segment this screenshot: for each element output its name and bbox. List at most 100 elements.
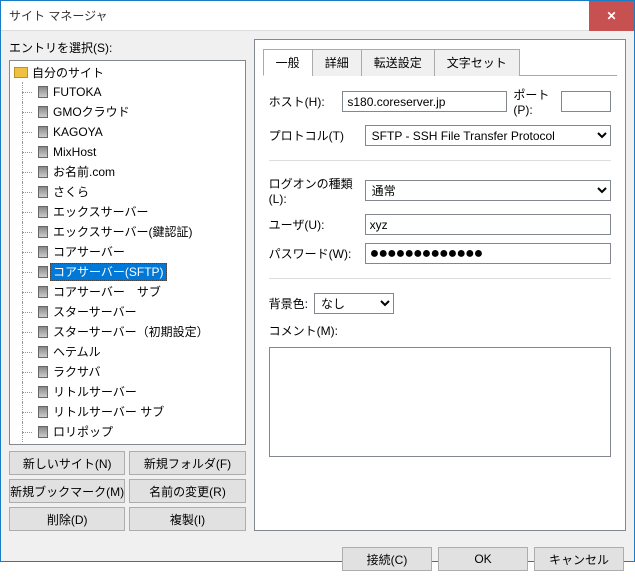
server-icon bbox=[38, 426, 48, 438]
cancel-button[interactable]: キャンセル bbox=[534, 547, 624, 571]
close-button[interactable]: ✕ bbox=[589, 1, 634, 31]
folder-icon bbox=[14, 67, 28, 78]
protocol-select[interactable]: SFTP - SSH File Transfer Protocol bbox=[365, 125, 611, 146]
tree-item-label: リトルサーバー サブ bbox=[50, 403, 167, 421]
server-icon bbox=[38, 206, 48, 218]
tree-item-label: お名前.com bbox=[50, 163, 118, 181]
tree-root[interactable]: 自分のサイト bbox=[10, 63, 245, 82]
delete-button[interactable]: 削除(D) bbox=[9, 507, 125, 531]
tree-item[interactable]: リトルサーバー bbox=[10, 382, 245, 402]
server-icon bbox=[38, 106, 48, 118]
tree-item-label: ラクサバ bbox=[50, 363, 104, 381]
tree-item[interactable]: GMOクラウド bbox=[10, 102, 245, 122]
new-folder-button[interactable]: 新規フォルダ(F) bbox=[129, 451, 245, 475]
tree-item-label: コアサーバー サブ bbox=[50, 283, 164, 301]
bgcolor-label: 背景色: bbox=[269, 295, 308, 312]
new-site-button[interactable]: 新しいサイト(N) bbox=[9, 451, 125, 475]
tree-item-label: エックスサーバー bbox=[50, 203, 152, 221]
tree-item-label: GMOクラウド bbox=[50, 103, 133, 121]
tree-item-label: さくら bbox=[50, 183, 92, 201]
server-icon bbox=[38, 306, 48, 318]
server-icon bbox=[38, 346, 48, 358]
ok-button[interactable]: OK bbox=[438, 547, 528, 571]
right-panel: 一般 詳細 転送設定 文字セット ホスト(H): ポート(P): プロトコル(T… bbox=[254, 39, 626, 531]
tree-item-label: FUTOKA bbox=[50, 83, 104, 101]
tree-item[interactable]: スターサーバー（初期設定） bbox=[10, 322, 245, 342]
server-icon bbox=[38, 226, 48, 238]
comment-textarea[interactable] bbox=[269, 347, 611, 457]
user-label: ユーザ(U): bbox=[269, 216, 359, 233]
tree-item[interactable]: MixHost bbox=[10, 142, 245, 162]
server-icon bbox=[38, 186, 48, 198]
host-label: ホスト(H): bbox=[269, 93, 337, 110]
port-input[interactable] bbox=[561, 91, 611, 112]
tab-bar: 一般 詳細 転送設定 文字セット bbox=[263, 48, 617, 76]
tree-item-label: スターサーバー bbox=[50, 303, 140, 321]
comment-label: コメント(M): bbox=[269, 322, 611, 339]
tab-detail[interactable]: 詳細 bbox=[312, 49, 362, 76]
tree-item[interactable]: エックスサーバー(鍵認証) bbox=[10, 222, 245, 242]
tree-item[interactable]: ラクサバ bbox=[10, 362, 245, 382]
left-panel: エントリを選択(S): 自分のサイト FUTOKA GMOクラウド KAGOYA Mi… bbox=[9, 39, 246, 531]
tab-transfer[interactable]: 転送設定 bbox=[361, 49, 435, 76]
tree-item[interactable]: ヘテムル bbox=[10, 342, 245, 362]
close-icon: ✕ bbox=[606, 9, 616, 23]
tree-item[interactable]: FUTOKA bbox=[10, 82, 245, 102]
tree-item-label: コアサーバー bbox=[50, 243, 128, 261]
tree-root-label: 自分のサイト bbox=[32, 64, 104, 81]
tab-charset[interactable]: 文字セット bbox=[434, 49, 520, 76]
tree-item-label: スターサーバー（初期設定） bbox=[50, 323, 212, 341]
server-icon bbox=[38, 386, 48, 398]
server-icon bbox=[38, 146, 48, 158]
logon-type-select[interactable]: 通常 bbox=[365, 180, 611, 201]
tree-item-label: ロリポップ bbox=[50, 423, 116, 441]
titlebar: サイト マネージャ ✕ bbox=[1, 1, 634, 31]
host-input[interactable] bbox=[342, 91, 507, 112]
tree-item-label: エックスサーバー(鍵認証) bbox=[50, 223, 196, 241]
tree-item[interactable]: スターサーバー bbox=[10, 302, 245, 322]
server-icon bbox=[38, 406, 48, 418]
tree-item[interactable]: お名前.com bbox=[10, 162, 245, 182]
logon-type-label: ログオンの種類(L): bbox=[269, 175, 359, 206]
server-icon bbox=[38, 286, 48, 298]
tree-item-label: コアサーバー(SFTP) bbox=[50, 263, 167, 281]
password-input[interactable]: ●●●●●●●●●●●●● bbox=[365, 243, 611, 264]
window-title: サイト マネージャ bbox=[9, 7, 589, 24]
tree-item[interactable]: コアサーバー bbox=[10, 242, 245, 262]
tree-item[interactable]: リトルサーバー サブ bbox=[10, 402, 245, 422]
duplicate-button[interactable]: 複製(I) bbox=[129, 507, 245, 531]
site-manager-window: サイト マネージャ ✕ エントリを選択(S): 自分のサイト FUTOKA GMO… bbox=[0, 0, 635, 562]
entry-select-label: エントリを選択(S): bbox=[9, 39, 246, 56]
tree-item-label: リトルサーバー bbox=[50, 383, 140, 401]
protocol-label: プロトコル(T) bbox=[269, 127, 359, 144]
server-icon bbox=[38, 326, 48, 338]
server-icon bbox=[38, 246, 48, 258]
rename-button[interactable]: 名前の変更(R) bbox=[129, 479, 245, 503]
tree-item[interactable]: さくら bbox=[10, 182, 245, 202]
password-label: パスワード(W): bbox=[269, 245, 359, 262]
tree-item[interactable]: コアサーバー(SFTP) bbox=[10, 262, 245, 282]
tab-general[interactable]: 一般 bbox=[263, 49, 313, 76]
tree-item[interactable]: エックスサーバー bbox=[10, 202, 245, 222]
bgcolor-select[interactable]: なし bbox=[314, 293, 394, 314]
connect-button[interactable]: 接続(C) bbox=[342, 547, 432, 571]
server-icon bbox=[38, 266, 48, 278]
site-action-buttons: 新しいサイト(N) 新規フォルダ(F) 新規ブックマーク(M) 名前の変更(R)… bbox=[9, 451, 246, 531]
tree-item-label: KAGOYA bbox=[50, 123, 106, 141]
port-label: ポート(P): bbox=[513, 86, 555, 117]
server-icon bbox=[38, 166, 48, 178]
general-form: ホスト(H): ポート(P): プロトコル(T) SFTP - SSH File… bbox=[263, 76, 617, 467]
tree-item[interactable]: コアサーバー サブ bbox=[10, 282, 245, 302]
tree-item-label: MixHost bbox=[50, 143, 99, 161]
user-input[interactable] bbox=[365, 214, 611, 235]
new-bookmark-button[interactable]: 新規ブックマーク(M) bbox=[9, 479, 125, 503]
server-icon bbox=[38, 366, 48, 378]
tree-item[interactable]: ロリポップ bbox=[10, 422, 245, 442]
tree-item[interactable]: KAGOYA bbox=[10, 122, 245, 142]
server-icon bbox=[38, 126, 48, 138]
server-icon bbox=[38, 86, 48, 98]
site-tree[interactable]: 自分のサイト FUTOKA GMOクラウド KAGOYA MixHost お名前.com… bbox=[9, 60, 246, 445]
dialog-footer: 接続(C) OK キャンセル bbox=[1, 539, 634, 581]
tree-item-label: ヘテムル bbox=[50, 343, 104, 361]
content-area: エントリを選択(S): 自分のサイト FUTOKA GMOクラウド KAGOYA Mi… bbox=[1, 31, 634, 539]
